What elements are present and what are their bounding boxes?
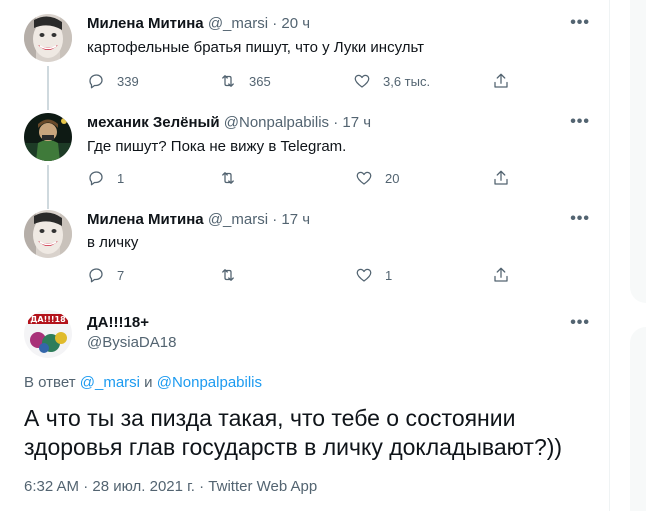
tweet-timestamp-source[interactable]: 6:32 AM · 28 июл. 2021 г. · Twitter Web … — [24, 478, 317, 496]
handle[interactable]: @BysiaDA18 — [87, 333, 176, 353]
sidebar-card — [630, 327, 646, 511]
reply-mention-link[interactable]: @Nonpalpabilis — [157, 374, 262, 391]
avatar-image-icon: ДА!!!18 — [24, 310, 72, 358]
right-sidebar-edge — [610, 0, 646, 511]
display-name[interactable]: ДА!!!18+ — [87, 313, 149, 333]
timeline: Милена Митина @_marsi · 20 ч ••• картофе… — [0, 0, 610, 511]
main-tweet-text: А что ты за пизда такая, что тебе о сост… — [24, 405, 563, 460]
reply-context: В ответ @_marsi и @Nonpalpabilis — [24, 374, 262, 392]
avatar[interactable]: ДА!!!18 — [24, 310, 72, 358]
main-tweet: ДА!!!18 ДА!!!18+ @BysiaDA18 ••• В ответ … — [0, 0, 610, 511]
avatar-logo-text: ДА!!!18 — [30, 315, 66, 324]
reply-mention-link[interactable]: @_marsi — [80, 374, 140, 391]
more-options-icon[interactable]: ••• — [570, 315, 590, 331]
sidebar-card — [630, 0, 646, 303]
reply-and: и — [144, 374, 153, 391]
reply-prefix: В ответ — [24, 374, 76, 391]
